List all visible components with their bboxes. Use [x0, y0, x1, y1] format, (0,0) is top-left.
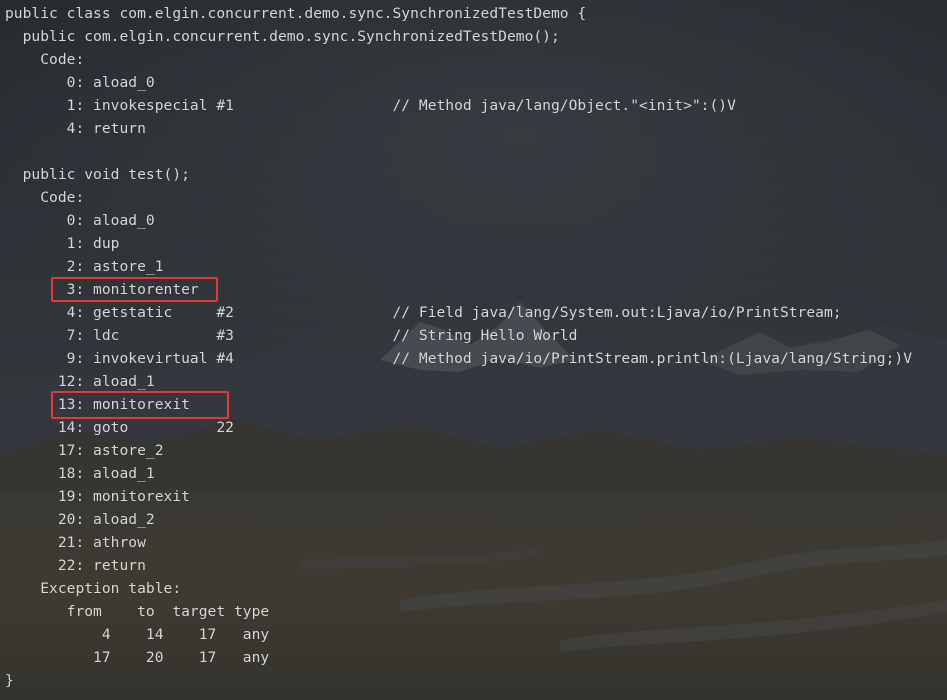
code-line: 12: aload_1	[5, 373, 155, 390]
code-line: 21: athrow	[5, 534, 146, 551]
code-line: 1: dup	[5, 235, 120, 252]
code-line: 0: aload_0	[5, 74, 155, 91]
code-line: 22: return	[5, 557, 146, 574]
code-line: 20: aload_2	[5, 511, 155, 528]
code-line: 18: aload_1	[5, 465, 155, 482]
code-line: 0: aload_0	[5, 212, 155, 229]
exception-table-heading: Exception table:	[5, 580, 182, 597]
bytecode-listing: public class com.elgin.concurrent.demo.s…	[0, 0, 947, 700]
exception-table-row: 17 20 17 any	[5, 649, 270, 666]
monitorexit-highlight-box	[51, 391, 229, 419]
code-line: 7: ldc #3 // String Hello World	[5, 327, 578, 344]
code-line: 9: invokevirtual #4 // Method java/io/Pr…	[5, 350, 913, 367]
code-line: Code:	[5, 189, 85, 206]
code-line: 4: getstatic #2 // Field java/lang/Syste…	[5, 304, 842, 321]
code-line: public void test();	[5, 166, 190, 183]
exception-table-header: from to target type	[5, 603, 270, 620]
code-line: 17: astore_2	[5, 442, 164, 459]
code-line: 4: return	[5, 120, 146, 137]
code-line: public class com.elgin.concurrent.demo.s…	[5, 5, 587, 22]
code-line: 2: astore_1	[5, 258, 164, 275]
closing-brace: }	[5, 672, 14, 689]
code-line: 1: invokespecial #1 // Method java/lang/…	[5, 97, 736, 114]
code-line: 14: goto 22	[5, 419, 234, 436]
code-line: 19: monitorexit	[5, 488, 190, 505]
code-line: public com.elgin.concurrent.demo.sync.Sy…	[5, 28, 560, 45]
code-line: Code:	[5, 51, 85, 68]
exception-table-row: 4 14 17 any	[5, 626, 270, 643]
monitorenter-highlight-box	[51, 277, 218, 302]
